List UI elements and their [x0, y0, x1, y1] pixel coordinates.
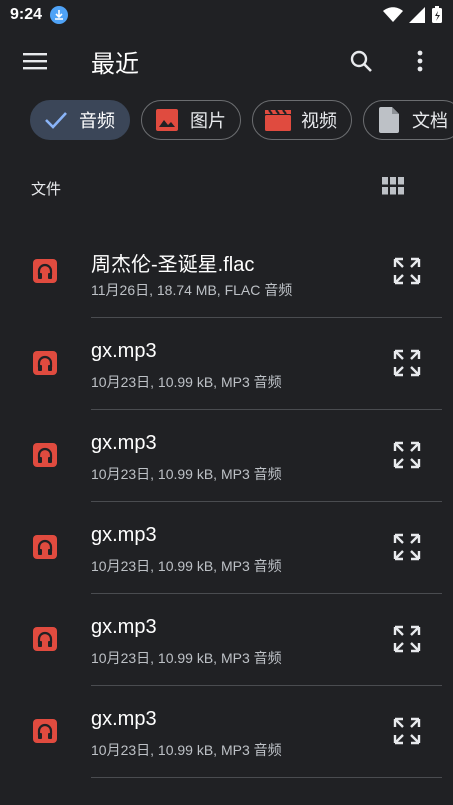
expand-icon: [393, 625, 421, 653]
check-icon: [43, 107, 69, 133]
signal-icon: [409, 7, 425, 28]
divider: [91, 777, 442, 778]
preview-button[interactable]: [391, 623, 423, 655]
app-bar: 最近: [0, 30, 453, 92]
preview-button[interactable]: [391, 347, 423, 379]
file-meta: 10月23日, 10.99 kB, MP3 音频: [91, 558, 282, 574]
status-time: 9:24: [10, 6, 43, 23]
file-row[interactable]: gx.mp3 10月23日, 10.99 kB, MP3 音频: [0, 502, 453, 594]
document-icon: [376, 107, 402, 133]
file-meta: 10月23日, 10.99 kB, MP3 音频: [91, 742, 282, 758]
file-name: gx.mp3: [91, 616, 157, 638]
expand-icon: [393, 441, 421, 469]
grid-view-icon: [382, 177, 404, 195]
chip-label: 文档: [412, 111, 448, 131]
file-meta: 11月26日, 18.74 MB, FLAC 音频: [91, 282, 293, 298]
chip-image[interactable]: 图片: [141, 100, 241, 140]
chip-document[interactable]: 文档: [363, 100, 453, 140]
expand-icon: [393, 533, 421, 561]
file-row[interactable]: gx.mp3 10月23日, 10.99 kB, MP3 音频: [0, 686, 453, 778]
movie-icon: [265, 107, 291, 133]
grid-view-button[interactable]: [382, 177, 406, 199]
file-row[interactable]: gx.mp3 10月23日, 10.99 kB, MP3 音频: [0, 410, 453, 502]
chip-video[interactable]: 视频: [252, 100, 352, 140]
menu-button[interactable]: [20, 48, 50, 74]
file-meta: 10月23日, 10.99 kB, MP3 音频: [91, 650, 282, 666]
expand-icon: [393, 257, 421, 285]
wifi-icon: [383, 7, 403, 28]
preview-button[interactable]: [391, 255, 423, 287]
headphones-icon: [33, 535, 57, 559]
file-row[interactable]: gx.mp3 10月23日, 10.99 kB, MP3 音频: [0, 318, 453, 410]
chip-audio[interactable]: 音频: [30, 100, 130, 140]
battery-icon: [431, 6, 443, 29]
download-icon: [50, 6, 69, 24]
file-meta: 10月23日, 10.99 kB, MP3 音频: [91, 374, 282, 390]
headphones-icon: [33, 259, 57, 283]
expand-icon: [393, 717, 421, 745]
preview-button[interactable]: [391, 715, 423, 747]
filter-chips: 音频 图片 视频 文档: [30, 100, 453, 140]
more-vert-icon: [417, 50, 423, 72]
section-title: 文件: [31, 181, 62, 198]
status-bar: 9:24: [0, 0, 453, 30]
file-name: 周杰伦-圣诞星.flac: [91, 254, 255, 276]
search-icon: [350, 50, 372, 72]
headphones-icon: [33, 351, 57, 375]
preview-button[interactable]: [391, 439, 423, 471]
headphones-icon: [33, 443, 57, 467]
preview-button[interactable]: [391, 531, 423, 563]
file-name: gx.mp3: [91, 432, 157, 454]
file-list: 周杰伦-圣诞星.flac 11月26日, 18.74 MB, FLAC 音频 g…: [0, 226, 453, 778]
file-row[interactable]: 周杰伦-圣诞星.flac 11月26日, 18.74 MB, FLAC 音频: [0, 226, 453, 318]
file-row[interactable]: gx.mp3 10月23日, 10.99 kB, MP3 音频: [0, 594, 453, 686]
file-meta: 10月23日, 10.99 kB, MP3 音频: [91, 466, 282, 482]
search-button[interactable]: [346, 46, 376, 76]
headphones-icon: [33, 627, 57, 651]
file-name: gx.mp3: [91, 524, 157, 546]
headphones-icon: [33, 719, 57, 743]
image-icon: [154, 107, 180, 133]
hamburger-icon: [23, 53, 47, 70]
more-options-button[interactable]: [406, 46, 434, 76]
status-icons: [383, 6, 443, 29]
chip-label: 音频: [79, 111, 115, 131]
chip-label: 视频: [301, 111, 337, 131]
chip-label: 图片: [190, 111, 226, 131]
page-title: 最近: [91, 51, 139, 78]
file-name: gx.mp3: [91, 708, 157, 730]
file-name: gx.mp3: [91, 340, 157, 362]
expand-icon: [393, 349, 421, 377]
